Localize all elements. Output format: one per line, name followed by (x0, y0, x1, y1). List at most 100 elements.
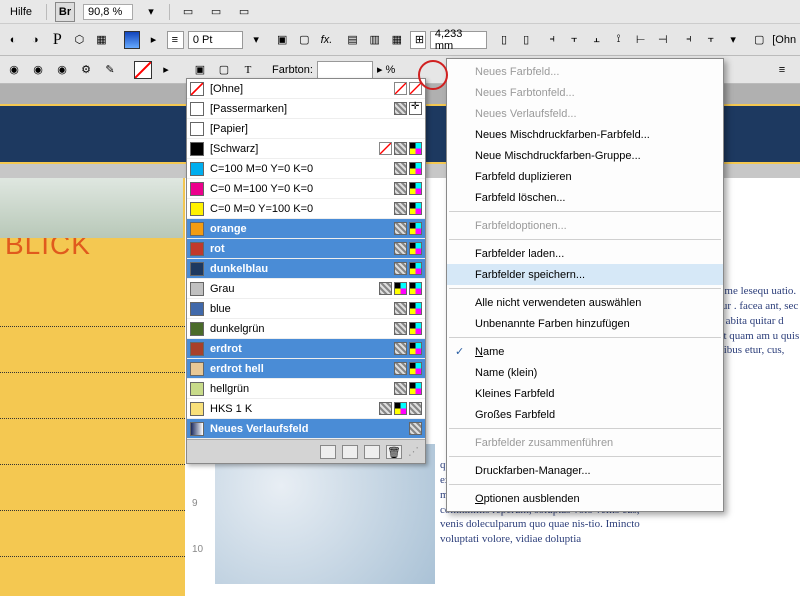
align-left-icon[interactable]: ⫞ (543, 30, 561, 50)
toolbar-icon[interactable]: ▢ (295, 30, 313, 50)
swatch-row[interactable]: C=0 M=100 Y=0 K=0 (187, 179, 425, 199)
cmyk-icon (409, 242, 422, 255)
tool-icon[interactable]: ⚙ (76, 60, 96, 80)
stroke-weight-field[interactable]: 0 Pt (188, 31, 243, 49)
toolbar-icon[interactable]: ▢ (214, 60, 234, 80)
swatch-row[interactable]: C=100 M=0 Y=0 K=0 (187, 159, 425, 179)
menu-item[interactable]: Großes Farbfeld (447, 404, 723, 425)
ruler-num: 10 (192, 544, 203, 555)
character-icon[interactable]: P (48, 30, 66, 50)
swatch-type-icons (394, 342, 422, 355)
align-middle-icon[interactable]: ⊢ (632, 30, 650, 50)
swatch-type-icons (394, 362, 422, 375)
menu-item[interactable]: Name (klein) (447, 362, 723, 383)
menu-item[interactable]: Kleines Farbfeld (447, 383, 723, 404)
swatch-row[interactable]: rot (187, 239, 425, 259)
swatch-row[interactable]: C=0 M=0 Y=100 K=0 (187, 199, 425, 219)
swatch-row[interactable]: [Ohne] (187, 79, 425, 99)
tool-icon[interactable]: ◑ (26, 30, 44, 50)
swatch-row[interactable]: [Schwarz] (187, 139, 425, 159)
zoom-field[interactable]: 90,8 % (83, 4, 133, 20)
fx-icon[interactable]: fx. (317, 30, 335, 50)
swatch-row[interactable]: dunkelgrün (187, 319, 425, 339)
distribute-icon[interactable]: ⫟ (702, 30, 720, 50)
new-swatch-icon[interactable] (320, 445, 336, 459)
align-icon[interactable]: ▥ (366, 30, 384, 50)
swatch-row[interactable]: hellgrün (187, 379, 425, 399)
menu-item[interactable]: Druckfarben-Manager... (447, 460, 723, 481)
swatch-row[interactable]: erdrot hell (187, 359, 425, 379)
tint-field[interactable] (317, 61, 373, 79)
swatch-name: rot (210, 243, 388, 255)
bridge-icon[interactable]: Br (55, 2, 75, 22)
tool-icon[interactable]: ⬡ (70, 30, 88, 50)
tool-icon[interactable]: ◉ (28, 60, 48, 80)
align-bottom-icon[interactable]: ⊣ (654, 30, 672, 50)
swatch-row[interactable]: erdrot (187, 339, 425, 359)
toolbar-icon[interactable]: ▣ (273, 30, 291, 50)
type-icon[interactable]: T (238, 60, 258, 80)
trash-icon[interactable]: 🗑 (386, 445, 402, 459)
dropdown-icon[interactable]: ▾ (247, 30, 265, 50)
fill-icon[interactable] (124, 31, 140, 49)
grid-icon (394, 222, 407, 235)
tool-icon[interactable]: ✎ (100, 60, 120, 80)
menu-item[interactable]: Farbfelder laden... (447, 243, 723, 264)
menu-item[interactable]: Optionen ausblenden (447, 488, 723, 509)
swatch-type-icons (379, 402, 422, 415)
menu-item[interactable]: Alle nicht verwendeten auswählen (447, 292, 723, 313)
swatch-row[interactable]: [Passermarken] (187, 99, 425, 119)
swatch-row[interactable]: blue (187, 299, 425, 319)
arrange-icon[interactable]: ▭ (206, 2, 226, 22)
tool-icon[interactable]: ◉ (52, 60, 72, 80)
swatch-name: [Passermarken] (210, 103, 388, 115)
toolbar-icon[interactable]: ▣ (190, 60, 210, 80)
swatch-type-icons (394, 322, 422, 335)
toolbar-icon[interactable]: ▯ (495, 30, 513, 50)
menu-item[interactable]: Neues Mischdruckfarben-Farbfeld... (447, 124, 723, 145)
menu-item-label: Kleines Farbfeld (475, 388, 555, 400)
menu-item-label: Unbenannte Farben hinzufügen (475, 318, 630, 330)
swatch-row[interactable]: Grau (187, 279, 425, 299)
menu-item[interactable]: Unbenannte Farben hinzufügen (447, 313, 723, 334)
swatch-row[interactable]: [Papier] (187, 119, 425, 139)
tool-icon[interactable]: ◐ (4, 30, 22, 50)
dropdown-icon[interactable]: ▾ (724, 30, 742, 50)
new-swatch-icon[interactable] (364, 445, 380, 459)
stroke-toggle-icon[interactable]: ▸ (144, 30, 162, 50)
resize-grip-icon[interactable]: ⋰ (408, 445, 419, 458)
menu-separator (449, 337, 721, 338)
align-top-icon[interactable]: ⟟ (609, 30, 627, 50)
tool-icon[interactable]: ◉ (4, 60, 24, 80)
menu-item[interactable]: Farbfelder speichern... (447, 264, 723, 285)
menu-item[interactable]: Farbfeld duplizieren (447, 166, 723, 187)
swatch-row[interactable]: dunkelblau (187, 259, 425, 279)
separator (46, 4, 47, 20)
align-right-icon[interactable]: ⫠ (587, 30, 605, 50)
tool-icon[interactable]: ▦ (92, 30, 110, 50)
menu-item[interactable]: Neue Mischdruckfarben-Gruppe... (447, 145, 723, 166)
menu-item[interactable]: Farbfeld löschen... (447, 187, 723, 208)
swatch-row[interactable]: HKS 1 K (187, 399, 425, 419)
toggle-icon[interactable]: ▸ (156, 60, 176, 80)
panel-menu-icon[interactable]: ≡ (772, 60, 792, 80)
baseline-icon[interactable]: ▦ (388, 30, 406, 50)
screen-mode-icon[interactable]: ▭ (178, 2, 198, 22)
field-icon[interactable]: ⊞ (410, 31, 426, 49)
none-fill-icon[interactable] (134, 61, 152, 79)
menu-item-label: Großes Farbfeld (475, 409, 555, 421)
dropdown-icon[interactable]: ▾ (141, 2, 161, 22)
menu-item[interactable]: ✓Name (447, 341, 723, 362)
toolbar-icon[interactable]: ▯ (517, 30, 535, 50)
toolbar-icon[interactable]: ▢ (750, 30, 768, 50)
menu-hilfe[interactable]: Hilfe (4, 4, 38, 20)
new-swatch-icon[interactable] (342, 445, 358, 459)
swatch-row[interactable]: Neues Verlaufsfeld (187, 419, 425, 439)
swatch-type-icons (394, 222, 422, 235)
distribute-icon[interactable]: ⫞ (680, 30, 698, 50)
mm-field[interactable]: 4,233 mm (430, 31, 487, 49)
swatch-row[interactable]: orange (187, 219, 425, 239)
arrange2-icon[interactable]: ▭ (234, 2, 254, 22)
align-icon[interactable]: ▤ (344, 30, 362, 50)
align-center-icon[interactable]: ⫟ (565, 30, 583, 50)
